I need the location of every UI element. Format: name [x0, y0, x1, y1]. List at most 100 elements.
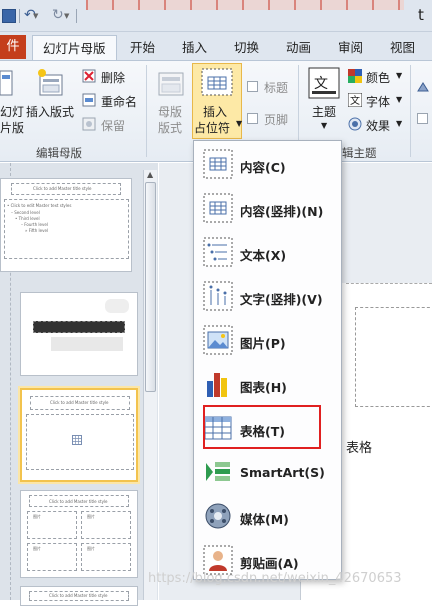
tab-home[interactable]: 开始: [130, 35, 155, 60]
thumbnail-title-text: Click to add Master title style: [49, 593, 108, 598]
delete-button[interactable]: 删除: [101, 69, 125, 86]
ribbon-tabs: 件 幻灯片母版 开始 插入 切换 动画 审阅 视图: [0, 32, 432, 60]
menu-item-picture[interactable]: 图片(P): [198, 321, 338, 361]
thumbnail-body-text: – Fourth level: [21, 222, 48, 227]
tab-file[interactable]: 件: [0, 35, 26, 59]
tab-slide-master[interactable]: 幻灯片母版: [32, 35, 117, 60]
menu-item-text[interactable]: 文本(X): [198, 233, 338, 273]
picture-label: 图片: [33, 514, 41, 519]
picture-label: 图片: [87, 546, 95, 551]
themes-button[interactable]: 主题: [312, 103, 336, 120]
colors-icon: [348, 69, 362, 83]
edit-master-group-label: 编辑母版: [36, 146, 82, 160]
insert-placeholder-menu: 内容(C) 内容(竖排)(N) 文本(X) 文字(竖排)(V) 图片(P) 图表…: [193, 140, 342, 580]
tab-view[interactable]: 视图: [390, 35, 415, 60]
tab-insert[interactable]: 插入: [182, 35, 207, 60]
chevron-down-icon: ▼: [236, 119, 243, 128]
preserve-icon: [82, 117, 96, 131]
scroll-up-icon[interactable]: ▲: [147, 170, 153, 179]
redo-icon[interactable]: ↻: [52, 7, 64, 23]
title-bar-background: [86, 0, 404, 10]
rename-button[interactable]: 重命名: [101, 93, 137, 110]
menu-item-content[interactable]: 内容(C): [198, 145, 338, 185]
chevron-down-icon: ▼: [396, 119, 403, 128]
preserve-button[interactable]: 保留: [101, 117, 125, 134]
menu-item-chart[interactable]: 图表(H): [198, 365, 338, 405]
blurred-mark: [105, 299, 129, 313]
annotation-highlight-box: [203, 405, 321, 449]
thumbnail-body-text: » Fifth level: [25, 228, 49, 233]
menu-item-content-vertical[interactable]: 内容(竖排)(N): [198, 189, 338, 229]
svg-text:文: 文: [314, 76, 328, 92]
chevron-down-icon: ▼: [396, 71, 403, 80]
insert-placeholder-label-2: 占位符: [194, 121, 231, 135]
save-icon[interactable]: [2, 9, 16, 23]
chevron-down-icon: ▼: [321, 121, 328, 130]
menu-item-label: 图表(H): [240, 380, 287, 395]
master-layout-label[interactable]: 母版: [158, 103, 182, 120]
insert-placeholder-icon: [201, 68, 233, 96]
thumbnail-title-text: Click to add Master title style: [33, 186, 92, 191]
edit-theme-group-label: 辑主题: [342, 146, 377, 160]
table-icon: [72, 435, 82, 445]
group-separator: [146, 65, 147, 157]
layout-thumbnail-partial[interactable]: Click to add Master title style: [20, 586, 138, 606]
title-placeholder: [33, 321, 125, 333]
qat-separator: [76, 9, 77, 23]
customize-qat-icon[interactable]: ▼: [64, 12, 69, 20]
thumbnail-body-text: – Second level: [11, 210, 40, 215]
menu-item-label: 文字(竖排)(V): [240, 292, 323, 307]
hide-background-checkbox[interactable]: [417, 113, 428, 124]
title-checkbox-label: 标题: [264, 81, 289, 95]
slide-guide-line: [346, 283, 432, 284]
themes-icon: 文: [308, 67, 340, 99]
layout-thumbnail-title-content[interactable]: Click to add Master title style: [20, 388, 138, 482]
effects-button[interactable]: 效果: [366, 117, 390, 134]
text-icon: [203, 237, 233, 267]
insert-slide-master-label[interactable]: 幻灯: [0, 103, 24, 120]
menu-item-label: 图片(P): [240, 336, 286, 351]
master-layout-icon: [158, 72, 184, 96]
fonts-button[interactable]: 字体: [366, 93, 390, 110]
subtitle-placeholder: [51, 337, 123, 351]
media-icon: [205, 503, 231, 529]
menu-item-label: 文本(X): [240, 248, 287, 263]
thumbnail-body-text: • Third level: [15, 216, 40, 221]
insert-placeholder-label: 插入: [203, 105, 228, 119]
undo-dropdown-icon[interactable]: ▼: [33, 12, 38, 20]
background-styles-icon: [417, 82, 429, 92]
quick-access-toolbar: ↶ ▼ ↻ ▼ t: [0, 0, 432, 32]
smartart-icon: [206, 462, 230, 481]
insert-slide-master-label-2[interactable]: 片版: [0, 119, 24, 136]
slide-placeholder-box: [355, 307, 432, 407]
title-checkbox[interactable]: [247, 81, 258, 92]
menu-item-text-vertical[interactable]: 文字(竖排)(V): [198, 277, 338, 317]
thumbnail-scrollbar[interactable]: ▲: [143, 170, 157, 600]
tab-animations[interactable]: 动画: [286, 35, 311, 60]
delete-icon: [82, 69, 96, 83]
rename-icon: [82, 93, 96, 107]
tab-transitions[interactable]: 切换: [234, 35, 259, 60]
menu-item-smartart[interactable]: SmartArt(S): [198, 453, 338, 493]
thumbnail-title-text: Click to add Master title style: [49, 499, 108, 504]
footer-checkbox[interactable]: [247, 113, 258, 124]
picture-label: 图片: [33, 546, 41, 551]
colors-button[interactable]: 颜色: [366, 69, 390, 86]
watermark-text: https://blog.csdn.net/weixin_42670653: [148, 571, 402, 586]
insert-layout-button[interactable]: 插入版式: [26, 103, 74, 120]
insert-layout-icon: [38, 69, 63, 96]
scrollbar-thumb[interactable]: [145, 182, 156, 392]
layout-thumbnail-four-pictures[interactable]: Click to add Master title style 图片 图片 图片…: [20, 490, 138, 578]
svg-text:文: 文: [350, 94, 360, 107]
window-title: t: [418, 6, 424, 24]
slide-master-thumbnail[interactable]: Click to add Master title style • Click …: [0, 178, 132, 272]
slide-master-icon: [0, 70, 13, 96]
master-layout-label-2[interactable]: 版式: [158, 119, 182, 136]
menu-item-label: 剪贴画(A): [240, 556, 299, 571]
group-separator: [410, 65, 411, 157]
menu-item-media[interactable]: 媒体(M): [198, 497, 338, 537]
tab-review[interactable]: 审阅: [338, 35, 363, 60]
layout-thumbnail-title-slide[interactable]: [20, 292, 138, 376]
effects-icon: [348, 117, 362, 131]
picture-label: 图片: [87, 514, 95, 519]
